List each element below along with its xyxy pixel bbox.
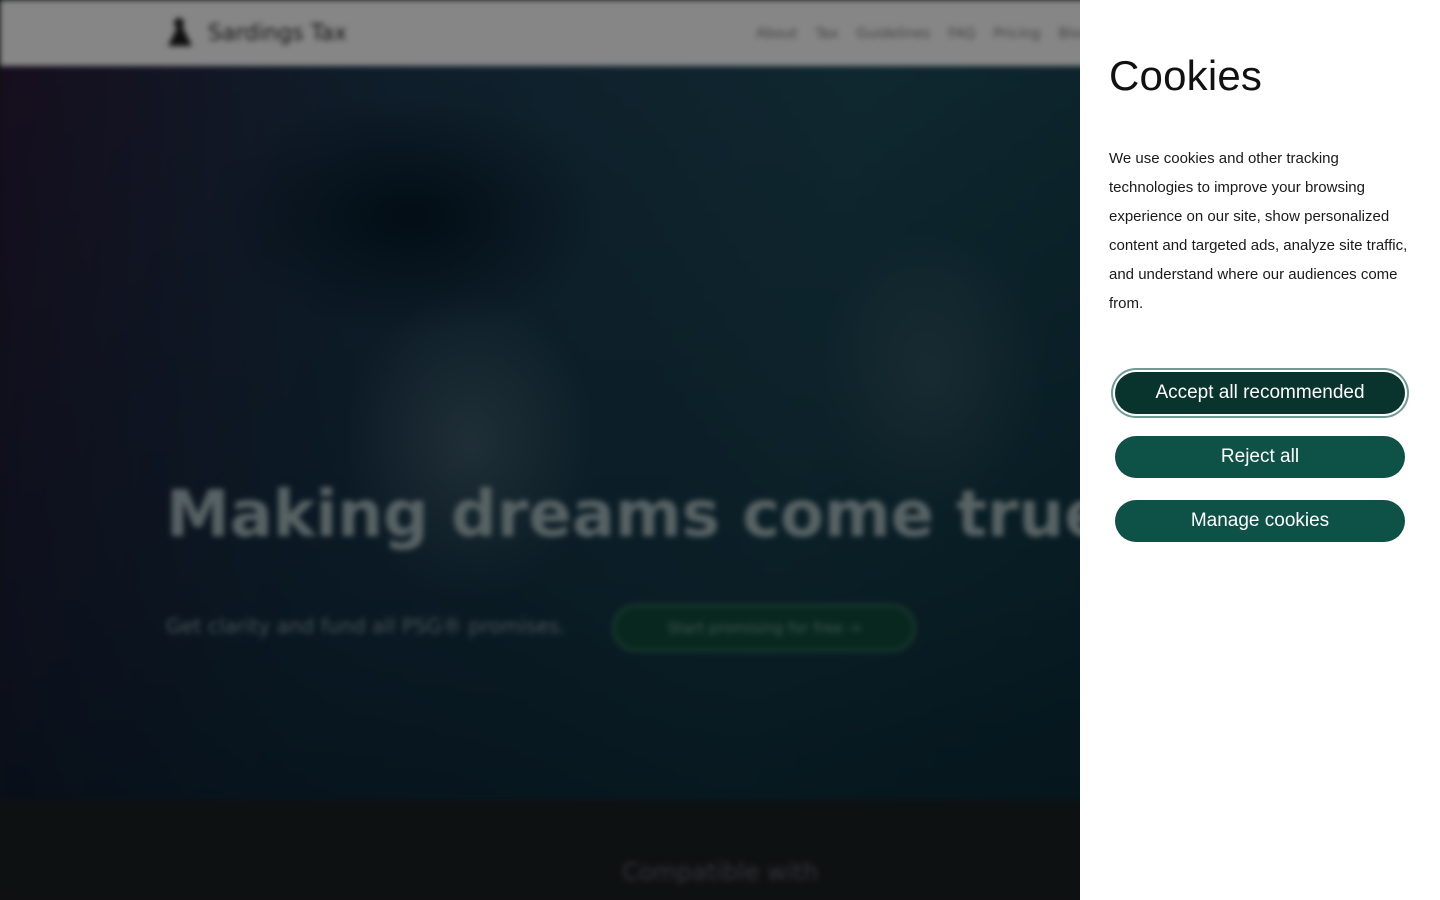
manage-cookies-button[interactable]: Manage cookies <box>1115 500 1405 542</box>
cookie-panel-description: We use cookies and other tracking techno… <box>1109 150 1408 312</box>
accept-all-button[interactable]: Accept all recommended <box>1115 372 1405 414</box>
cookie-consent-panel: Cookies We use cookies and other trackin… <box>1080 0 1440 900</box>
reject-all-button[interactable]: Reject all <box>1115 436 1405 478</box>
cookie-panel-title: Cookies <box>1109 52 1263 99</box>
